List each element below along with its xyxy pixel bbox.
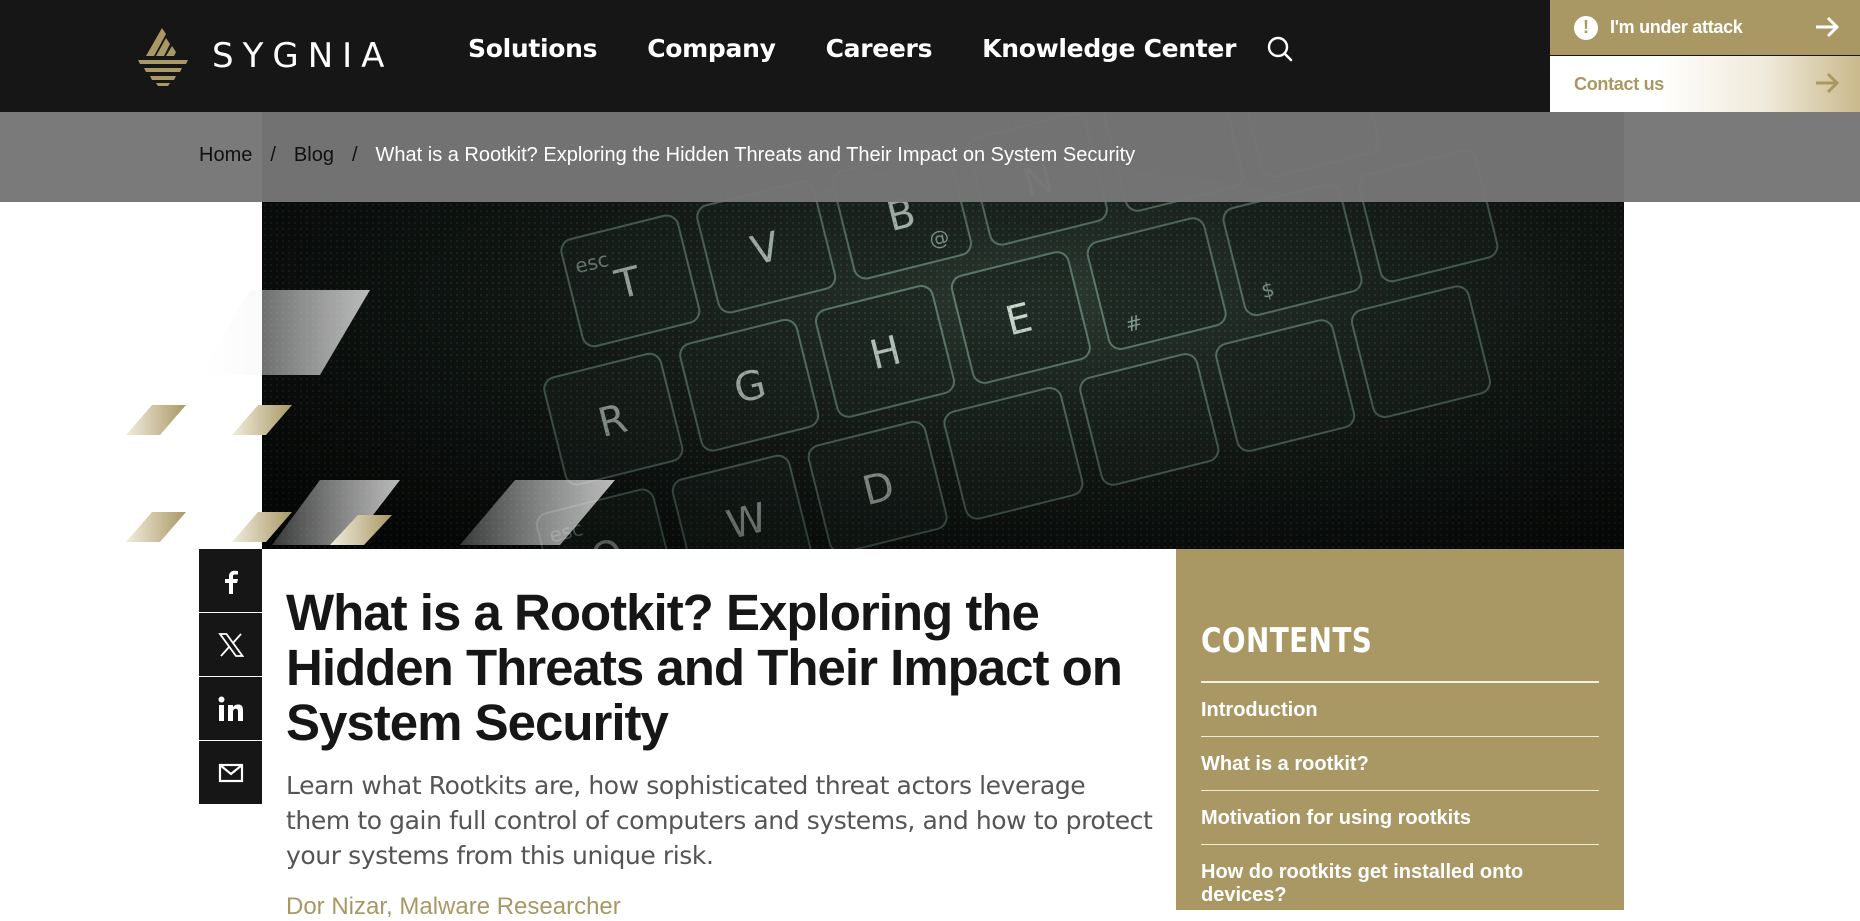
x-icon [217,632,244,657]
decorative-shapes [126,290,615,545]
contact-us-button[interactable]: Contact us [1550,56,1860,112]
toc-item-installation[interactable]: How do rootkits get installed onto devic… [1201,845,1599,910]
share-facebook-button[interactable] [199,549,262,612]
linkedin-icon [218,696,243,721]
brand-name: SYGNIA [212,36,394,76]
article-author[interactable]: Dor Nizar, Malware Researcher [286,893,1146,921]
share-x-button[interactable] [199,613,262,676]
arrow-right-icon [1816,72,1840,94]
nav-item-careers[interactable]: Careers [826,34,933,63]
breadcrumb-home[interactable]: Home [199,144,252,167]
nav-item-company[interactable]: Company [647,34,776,63]
nav-item-knowledge-center[interactable]: Knowledge Center [982,34,1236,63]
email-icon [218,763,243,782]
table-of-contents: CONTENTS Introduction What is a rootkit?… [1176,549,1624,910]
breadcrumb-separator: / [351,144,358,166]
article-lead: Learn what Rootkits are, how sophisticat… [286,771,1153,870]
page-title: What is a Rootkit? Exploring the Hidden … [286,584,1123,751]
breadcrumb-blog[interactable]: Blog [294,144,334,167]
article-header: What is a Rootkit? Exploring the Hidden … [286,584,1153,921]
search-icon[interactable] [1266,35,1294,63]
toc-item-motivation[interactable]: Motivation for using rootkits [1201,791,1599,845]
share-bar [199,549,262,805]
nav-item-solutions[interactable]: Solutions [468,34,598,63]
toc-item-what-is-a-rootkit[interactable]: What is a rootkit? [1201,737,1599,791]
main-nav: Solutions Company Careers Knowledge Cent… [468,34,1294,63]
arrow-right-icon [1816,16,1840,38]
alert-icon: ! [1574,15,1598,40]
under-attack-label: I'm under attack [1610,17,1743,37]
under-attack-button[interactable]: ! I'm under attack [1550,0,1860,55]
facebook-icon [224,570,238,594]
share-email-button[interactable] [199,741,262,804]
sygnia-mark-icon [138,28,188,86]
top-navigation-bar: SYGNIA Solutions Company Careers Knowled… [0,0,1860,112]
breadcrumb: Home / Blog / What is a Rootkit? Explori… [0,112,1860,202]
contents-heading: CONTENTS [1201,621,1373,661]
breadcrumb-separator: / [270,144,276,166]
share-linkedin-button[interactable] [199,677,262,740]
contact-us-label: Contact us [1574,73,1665,94]
breadcrumb-current: What is a Rootkit? Exploring the Hidden … [375,144,1136,166]
brand-logo[interactable]: SYGNIA [136,24,393,88]
toc-item-introduction[interactable]: Introduction [1201,683,1599,737]
